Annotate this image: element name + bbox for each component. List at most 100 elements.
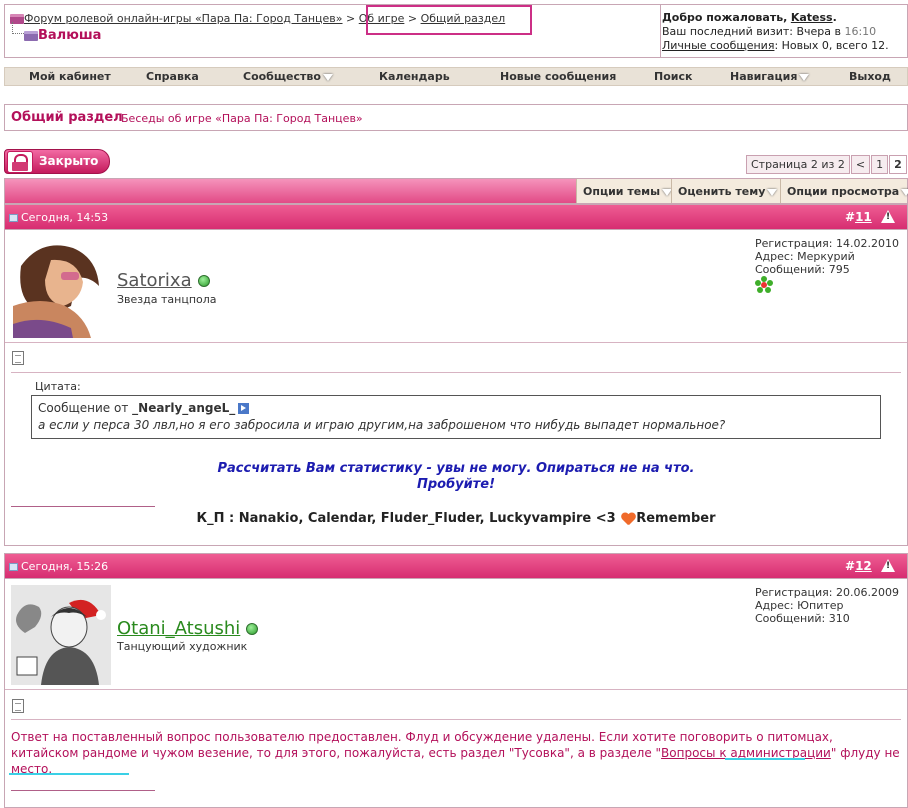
post-number: #11 — [845, 210, 872, 224]
post-username[interactable]: Satorixa — [117, 270, 210, 291]
page-count-label: Страница 2 из 2 — [746, 155, 850, 174]
rate-thread-menu[interactable]: Оценить тему — [671, 179, 780, 203]
nav-community-label: Сообщество — [243, 70, 321, 83]
nav-community[interactable]: Сообщество — [243, 70, 333, 83]
post-status-icon — [9, 563, 18, 571]
annotation-underline — [725, 758, 805, 760]
forum-header: Общий раздел Беседы об игре «Пара Па: Го… — [4, 104, 908, 131]
content-divider — [11, 719, 901, 720]
post-header: Сегодня, 15:26 #12 — [4, 553, 908, 579]
post-count: Сообщений: 310 — [755, 612, 850, 625]
post-header: Сегодня, 14:53 #11 — [4, 204, 908, 230]
closed-label: Закрыто — [39, 154, 99, 168]
nav-search[interactable]: Поиск — [654, 70, 692, 83]
thread-closed-button[interactable]: Закрыто — [4, 149, 110, 174]
post-date: Сегодня, 15:26 — [21, 560, 109, 573]
chevron-down-icon — [767, 188, 778, 196]
icq-flower-icon[interactable] — [755, 276, 773, 294]
navbar: Мой кабинет Справка Сообщество Календарь… — [4, 67, 908, 86]
user-stats: Регистрация: 20.06.2009 Адрес: Юпитер Со… — [755, 586, 899, 625]
signature-divider — [11, 790, 155, 791]
heart-icon — [621, 513, 635, 525]
username-text: Satorixa — [117, 270, 192, 291]
private-messages-link[interactable]: Личные сообщения — [662, 39, 774, 52]
page-1-link[interactable]: 1 — [871, 155, 889, 174]
user-avatar[interactable] — [11, 585, 111, 685]
post-icon — [12, 699, 24, 713]
moderator-message: Ответ на поставленный вопрос пользовател… — [11, 729, 901, 777]
registration-date: Регистрация: 14.02.2010 — [755, 237, 899, 250]
display-options-label: Опции просмотра — [787, 185, 900, 198]
user-title: Звезда танцпола — [117, 293, 217, 306]
reply-line-2: Пробуйте! — [416, 477, 496, 492]
chevron-down-icon — [322, 73, 333, 81]
reply-line-1: Рассчитать Вам статистику - увы не могу.… — [217, 461, 695, 476]
chevron-down-icon — [799, 73, 810, 81]
content-divider — [11, 372, 901, 373]
last-visit-time: 16:10 — [844, 25, 877, 38]
signature-text: К_П : Nanakio, Calendar, Fluder_Fluder, … — [196, 511, 616, 526]
username-text: Otani_Atsushi — [117, 618, 241, 639]
user-stats: Регистрация: 14.02.2010 Адрес: Меркурий … — [755, 237, 899, 297]
panel-divider — [660, 5, 661, 57]
welcome-block: Добро пожаловать, Katess. Ваш последний … — [662, 11, 889, 52]
post-status-icon — [9, 214, 18, 222]
nav-my-cabinet[interactable]: Мой кабинет — [29, 70, 111, 83]
user-address: Адрес: Юпитер — [755, 599, 844, 612]
post-number-link[interactable]: 12 — [855, 559, 872, 573]
last-visit-label: Ваш последний визит: Вчера в — [662, 25, 841, 38]
prev-page-button[interactable]: < — [850, 155, 871, 174]
nav-new-posts[interactable]: Новые сообщения — [500, 70, 616, 83]
annotation-underline — [9, 773, 129, 775]
nav-help[interactable]: Справка — [146, 70, 199, 83]
quote-author: _Nearly_angeL_ — [132, 401, 236, 415]
post-body: Otani_Atsushi Танцующий художник Регистр… — [4, 579, 908, 808]
post-date: Сегодня, 14:53 — [21, 211, 109, 224]
report-post-icon[interactable] — [881, 210, 895, 223]
forum-subtitle: Беседы об игре «Пара Па: Город Танцев» — [121, 112, 363, 125]
chevron-down-icon — [901, 188, 908, 196]
nav-navigation-label: Навигация — [730, 70, 798, 83]
thread-title: Валюша — [38, 28, 102, 43]
view-post-arrow-icon[interactable] — [238, 403, 250, 414]
post-hash: # — [845, 559, 856, 573]
pagination: Страница 2 из 2 < 1 2 — [745, 155, 908, 174]
quote-label: Цитата: — [35, 380, 81, 393]
page-2-current: 2 — [889, 155, 907, 174]
user-avatar[interactable] — [11, 236, 105, 338]
breadcrumb-forum-link[interactable]: Форум ролевой онлайн-игры «Пара Па: Горо… — [24, 12, 343, 25]
post-number: #12 — [845, 559, 872, 573]
post-username[interactable]: Otani_Atsushi — [117, 618, 259, 639]
nav-logout[interactable]: Выход — [849, 70, 891, 83]
welcome-greeting: Добро пожаловать, — [662, 11, 788, 24]
user-title: Танцующий художник — [117, 640, 248, 653]
post-number-link[interactable]: 11 — [855, 210, 872, 224]
signature-remember: Remember — [636, 511, 716, 526]
nav-navigation[interactable]: Навигация — [730, 70, 810, 83]
signature-divider — [11, 506, 155, 507]
signature: К_П : Nanakio, Calendar, Fluder_Fluder, … — [5, 511, 907, 526]
post-userinfo: Otani_Atsushi Танцующий художник Регистр… — [5, 579, 907, 690]
forum-title: Общий раздел — [11, 110, 123, 125]
thread-tools-menu[interactable]: Опции темы — [576, 179, 673, 203]
display-options-menu[interactable]: Опции просмотра — [780, 179, 908, 203]
rate-thread-label: Оценить тему — [678, 185, 766, 198]
quote-box: Сообщение от _Nearly_angeL_ а если у пер… — [31, 395, 881, 439]
breadcrumb-separator: > — [346, 12, 356, 25]
thread-options-bar: Опции темы Оценить тему Опции просмотра — [4, 178, 908, 204]
username-link[interactable]: Katess — [791, 11, 833, 24]
post-body: Satorixa Звезда танцпола Регистрация: 14… — [4, 230, 908, 546]
quote-from-prefix: Сообщение от — [38, 401, 129, 415]
reply-text: Рассчитать Вам статистику - увы не могу.… — [5, 461, 907, 493]
user-address: Адрес: Меркурий — [755, 250, 855, 263]
online-status-icon — [197, 275, 210, 287]
lock-icon — [7, 151, 33, 173]
thread-tools-label: Опции темы — [583, 185, 661, 198]
report-post-icon[interactable] — [881, 559, 895, 572]
nav-calendar[interactable]: Календарь — [379, 70, 450, 83]
breadcrumb-highlight-box — [366, 5, 532, 35]
registration-date: Регистрация: 20.06.2009 — [755, 586, 899, 599]
post-count: Сообщений: 795 — [755, 263, 850, 276]
tree-connector — [12, 22, 24, 34]
thread-folder-icon — [24, 31, 38, 41]
